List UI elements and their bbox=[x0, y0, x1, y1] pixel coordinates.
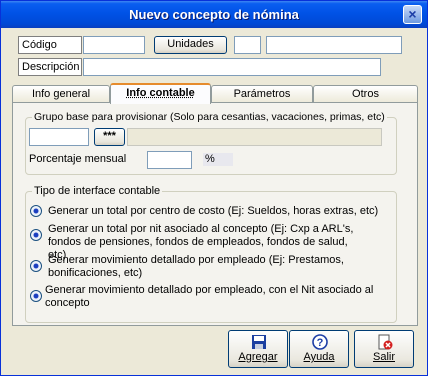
codigo-label: Código bbox=[18, 36, 82, 54]
interface-legend: Tipo de interface contable bbox=[32, 184, 163, 198]
grupo-base-legend: Grupo base para provisionar (Solo para c… bbox=[32, 110, 387, 124]
interface-option-4-label: Generar movimiento detallado por emplead… bbox=[45, 284, 374, 309]
tab-info-general-label: Info general bbox=[31, 88, 91, 100]
agregar-label: Agregar bbox=[238, 351, 278, 363]
interface-option-3-label: Generar movimiento detallado por emplead… bbox=[48, 254, 344, 279]
title-bar[interactable]: Nuevo concepto de nómina × bbox=[1, 1, 427, 28]
tab-otros[interactable]: Otros bbox=[313, 85, 418, 103]
interface-option-1-radio[interactable] bbox=[30, 205, 42, 217]
svg-text:?: ? bbox=[317, 337, 324, 349]
interface-contable-group: Tipo de interface contable Generar un to… bbox=[25, 184, 397, 323]
interface-option-4-radio[interactable] bbox=[30, 290, 42, 302]
porcentaje-field[interactable] bbox=[147, 151, 192, 169]
agregar-button[interactable]: Agregar bbox=[228, 330, 288, 368]
dialog-body: Código Unidades Descripción Info general… bbox=[4, 28, 424, 373]
grupo-base-name-field bbox=[127, 128, 382, 146]
unidades-button[interactable]: Unidades bbox=[154, 36, 227, 54]
descripcion-field[interactable] bbox=[83, 58, 381, 76]
grupo-base-lookup-button[interactable]: *** bbox=[94, 128, 125, 146]
close-icon: × bbox=[408, 6, 417, 22]
grupo-base-group: Grupo base para provisionar (Solo para c… bbox=[25, 110, 397, 175]
percent-sign: % bbox=[203, 153, 233, 166]
tab-info-general[interactable]: Info general bbox=[12, 85, 110, 103]
tab-panel-info-contable: Grupo base para provisionar (Solo para c… bbox=[12, 102, 418, 326]
grupo-base-code-field[interactable] bbox=[29, 128, 89, 146]
descripcion-label: Descripción bbox=[18, 58, 82, 76]
tab-otros-label: Otros bbox=[352, 88, 379, 100]
interface-option-1-label: Generar un total por centro de costo (Ej… bbox=[48, 205, 379, 217]
window-title: Nuevo concepto de nómina bbox=[129, 7, 299, 22]
help-icon: ? bbox=[312, 334, 328, 350]
salir-button[interactable]: Salir bbox=[354, 330, 414, 368]
tab-bar: Info general Info contable Parámetros Ot… bbox=[12, 83, 418, 104]
tab-info-contable-label: Info contable bbox=[126, 87, 195, 99]
save-icon bbox=[252, 335, 266, 349]
tab-parametros[interactable]: Parámetros bbox=[211, 85, 313, 103]
interface-option-3-radio[interactable] bbox=[30, 260, 42, 272]
ayuda-button[interactable]: ? Ayuda bbox=[289, 330, 349, 368]
unidades-name-field[interactable] bbox=[266, 36, 402, 54]
codigo-field[interactable] bbox=[83, 36, 145, 54]
ayuda-label: Ayuda bbox=[303, 351, 335, 363]
salir-label: Salir bbox=[372, 351, 395, 363]
tab-info-contable[interactable]: Info contable bbox=[110, 83, 211, 104]
exit-icon bbox=[378, 334, 393, 350]
porcentaje-label: Porcentaje mensual bbox=[29, 153, 127, 165]
interface-option-2-radio[interactable] bbox=[30, 229, 42, 241]
close-button[interactable]: × bbox=[403, 5, 422, 24]
dialog-window: Nuevo concepto de nómina × Código Unidad… bbox=[0, 0, 428, 376]
unidades-code-field[interactable] bbox=[234, 36, 261, 54]
tab-parametros-label: Parámetros bbox=[233, 88, 291, 100]
